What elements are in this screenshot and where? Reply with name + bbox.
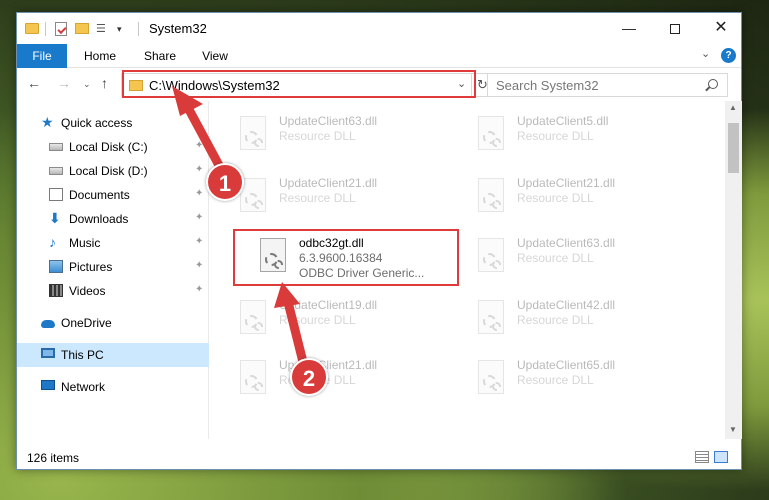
arrow-2-head (274, 282, 300, 308)
step-2-badge: 2 (290, 358, 328, 396)
arrow-1-head (172, 86, 203, 116)
step-1-badge: 1 (206, 163, 244, 201)
